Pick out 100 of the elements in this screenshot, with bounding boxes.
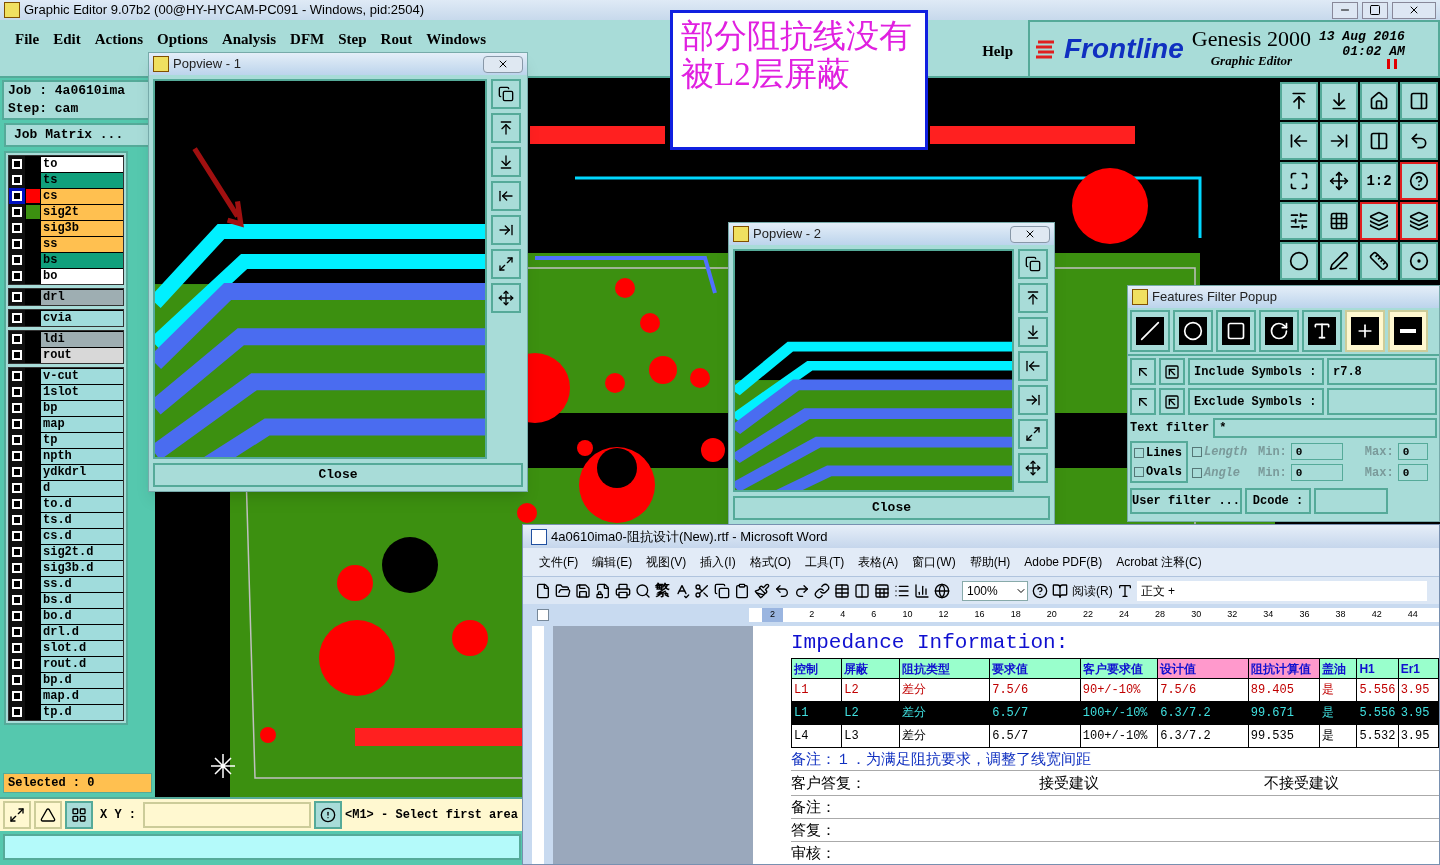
menu-item[interactable]: 插入(I) [700,553,736,571]
paintbrush-icon[interactable] [754,582,770,599]
view-button[interactable] [1018,453,1048,483]
zoom-ratio-button[interactable]: 1:2 [1360,162,1398,200]
menu-item[interactable]: 表格(A) [858,553,899,571]
type-checkbox[interactable]: Lines [1134,443,1184,462]
view-button[interactable] [1018,385,1048,415]
tool-button[interactable] [1320,162,1358,200]
layer-name[interactable]: sig3b [41,220,123,236]
menu-item[interactable]: Adobe PDF(B) [1024,553,1103,571]
file-icon[interactable] [535,582,551,599]
symbols-button[interactable]: Exclude Symbols : [1188,388,1324,415]
feature-type-button[interactable] [1216,310,1256,352]
text-filter-field[interactable]: * [1213,418,1437,438]
symbols-field[interactable] [1327,388,1437,415]
minimize-button[interactable] [1332,1,1358,19]
menu-item[interactable]: Edit [53,28,81,51]
tool-button[interactable] [1320,82,1358,120]
tool-button[interactable] [65,801,93,829]
close-button[interactable]: Close [733,496,1050,520]
menu-item[interactable]: 格式(O) [749,553,791,571]
feature-type-button[interactable] [1388,310,1428,352]
layer-name[interactable]: map [41,416,123,432]
layer-name[interactable]: cs.d [41,528,123,544]
menu-item[interactable]: Acrobat 注释(C) [1116,553,1202,571]
layer-name[interactable]: ss.d [41,576,123,592]
menu-item[interactable]: Step [338,28,367,51]
layer-name[interactable]: ss [41,236,123,252]
help-menu[interactable]: Help [982,40,1013,63]
coords-field[interactable] [143,802,311,828]
maximize-button[interactable] [1362,1,1388,19]
symbols-field[interactable]: r7.8 [1327,358,1437,385]
layer-name[interactable]: bo.d [41,608,123,624]
view-button[interactable] [491,181,521,211]
pick-add-button[interactable] [1159,388,1185,415]
tool-button[interactable] [1320,242,1358,280]
layer-name[interactable]: bp [41,400,123,416]
printer-icon[interactable] [615,582,631,599]
tool-button[interactable] [3,801,31,829]
menu-item[interactable]: Windows [426,28,486,51]
view-button[interactable] [1018,317,1048,347]
style-field[interactable]: 正文 + [1136,580,1427,601]
zoom-select[interactable]: 100% [962,580,1028,601]
layer-name[interactable]: bs [41,252,123,268]
feature-type-button[interactable] [1302,310,1342,352]
menu-item[interactable]: DFM [290,28,325,51]
link-icon[interactable] [814,582,830,599]
view-button[interactable] [1018,419,1048,449]
tool-button[interactable] [1280,82,1318,120]
layer-name[interactable]: drl.d [41,624,123,640]
view-button[interactable] [491,215,521,245]
pick-button[interactable] [1130,388,1156,415]
menu-item[interactable]: Rout [380,28,413,51]
view-button[interactable] [491,147,521,177]
tool-button[interactable] [1280,122,1318,160]
tool-button[interactable] [1320,202,1358,240]
tool-button[interactable] [1280,162,1318,200]
tool-button[interactable] [1400,202,1438,240]
menu-item[interactable]: File [15,28,40,51]
layer-name[interactable]: ts [41,172,123,188]
redo-icon[interactable] [794,582,810,599]
help-icon[interactable] [1032,582,1048,599]
table-icon[interactable] [834,582,850,599]
dcode-button[interactable]: Dcode : [1245,488,1311,514]
sheet-icon[interactable] [874,582,890,599]
clipboard-icon[interactable] [734,582,750,599]
file-lock-icon[interactable] [595,582,611,599]
chart-icon[interactable] [914,582,930,599]
layer-name[interactable]: npth [41,448,123,464]
layer-name[interactable]: tp [41,432,123,448]
layer-name[interactable]: sig2t [41,204,123,220]
pick-button[interactable] [1130,358,1156,385]
menu-item[interactable]: 视图(V) [646,553,687,571]
tool-button[interactable] [1360,242,1398,280]
menu-item[interactable]: Options [157,28,208,51]
columns-icon[interactable] [854,582,870,599]
layer-name[interactable]: sig3b.d [41,560,123,576]
layer-name[interactable]: cvia [41,310,123,326]
layer-name[interactable]: bp.d [41,672,123,688]
tool-button[interactable] [1320,122,1358,160]
tool-button[interactable] [1400,82,1438,120]
feature-type-button[interactable] [1259,310,1299,352]
tool-button[interactable] [34,801,62,829]
layer-name[interactable]: rout [41,347,123,363]
read-button[interactable]: 阅读(R) [1052,581,1113,600]
layer-name[interactable]: ldi [41,331,123,347]
menu-item[interactable]: 编辑(E) [592,553,633,571]
layer-name[interactable]: to.d [41,496,123,512]
search-icon[interactable] [635,582,651,599]
view-button[interactable] [491,79,521,109]
layer-name[interactable]: drl [41,289,123,305]
traditional-button[interactable]: 繁 [655,579,670,602]
menu-item[interactable]: Analysis [221,28,277,51]
user-filter-button[interactable]: User filter ... [1130,488,1242,514]
layer-name[interactable]: ts.d [41,512,123,528]
tool-button[interactable] [1280,202,1318,240]
layer-name[interactable]: bo [41,268,123,284]
layer-name[interactable]: sig2t.d [41,544,123,560]
layer-name[interactable]: map.d [41,688,123,704]
layer-name[interactable]: 1slot [41,384,123,400]
